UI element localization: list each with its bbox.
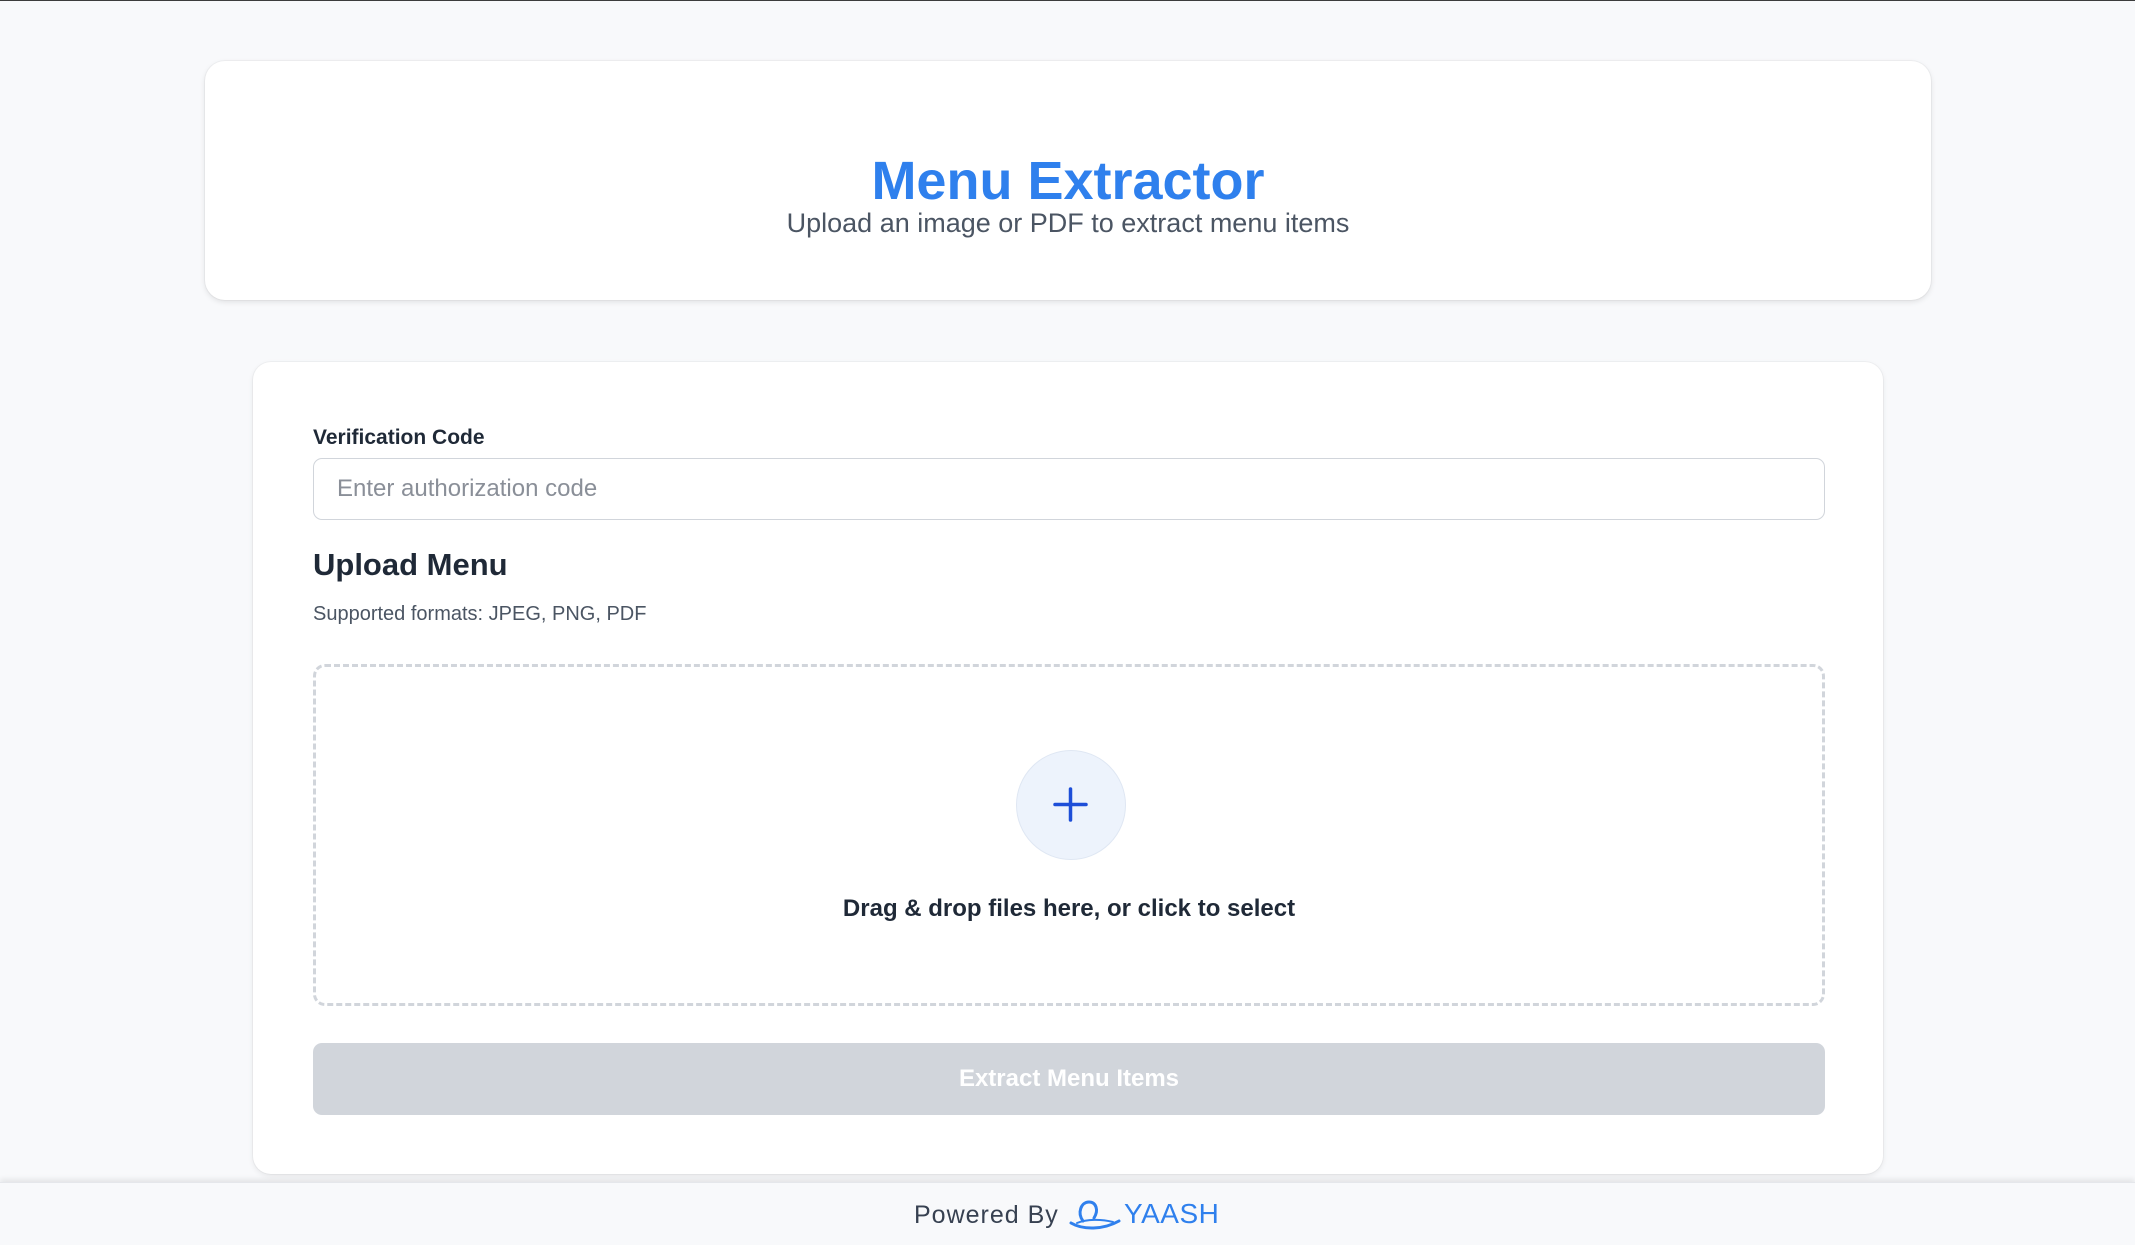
extract-menu-items-button[interactable]: Extract Menu Items — [313, 1043, 1825, 1115]
footer: Powered By YAASH — [0, 1182, 2135, 1245]
page-subtitle: Upload an image or PDF to extract menu i… — [786, 208, 1350, 238]
plus-icon — [1053, 787, 1088, 822]
dropzone-instructions: Drag & drop files here, or click to sele… — [842, 895, 1296, 922]
add-file-button[interactable] — [1016, 750, 1126, 860]
header-card: Menu Extractor Upload an image or PDF to… — [205, 61, 1931, 300]
supported-formats-text: Supported formats: JPEG, PNG, PDF — [313, 603, 647, 625]
powered-by-text: Powered By — [914, 1201, 1059, 1229]
yaash-logo-icon — [1069, 1200, 1121, 1230]
verification-code-label: Verification Code — [313, 426, 485, 449]
verification-code-input[interactable] — [313, 458, 1825, 520]
upload-menu-heading: Upload Menu — [313, 547, 508, 582]
brand-name: YAASH — [1124, 1198, 1220, 1229]
window-top-border — [0, 0, 2135, 1]
upload-form-card: Verification Code Upload Menu Supported … — [253, 362, 1883, 1174]
file-dropzone[interactable]: Drag & drop files here, or click to sele… — [313, 664, 1825, 1006]
